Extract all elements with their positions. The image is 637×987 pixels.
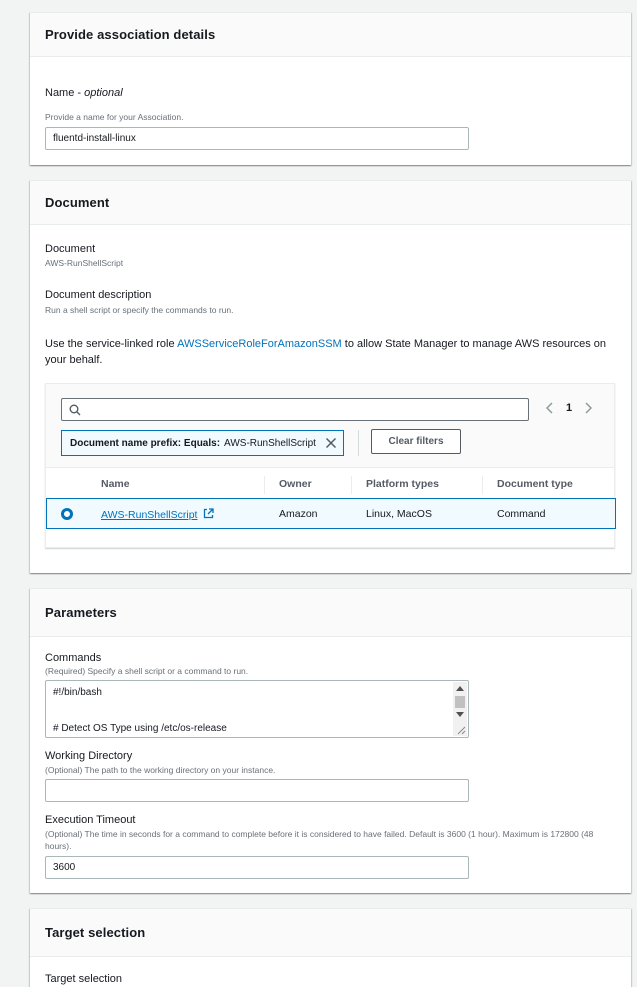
name-label: Name - optional bbox=[45, 87, 123, 99]
filter-token-value: AWS-RunShellScript bbox=[224, 437, 316, 449]
column-header-name[interactable]: Name bbox=[101, 478, 130, 490]
row-platform-types: Linux, MacOS bbox=[366, 508, 432, 520]
external-link-icon bbox=[204, 508, 215, 519]
document-search-input[interactable] bbox=[61, 398, 529, 421]
document-panel: Document Document AWS-RunShellScript Doc… bbox=[30, 180, 631, 573]
document-header: Document bbox=[30, 181, 631, 225]
document-title: Document bbox=[45, 195, 110, 210]
execution-timeout-label: Execution Timeout bbox=[45, 814, 136, 826]
scroll-down-icon[interactable] bbox=[456, 712, 464, 717]
commands-line bbox=[53, 705, 461, 723]
working-directory-label: Working Directory bbox=[45, 750, 133, 762]
association-details-panel: Provide association details Name - optio… bbox=[30, 12, 631, 165]
document-name-link[interactable]: AWS-RunShellScript bbox=[101, 509, 197, 521]
scroll-thumb[interactable] bbox=[455, 696, 465, 708]
column-header-document-type[interactable]: Document type bbox=[497, 478, 573, 490]
column-header-platform-types[interactable]: Platform types bbox=[366, 478, 439, 490]
toolbar-divider bbox=[358, 430, 359, 456]
working-directory-hint: (Optional) The path to the working direc… bbox=[45, 765, 276, 775]
column-header-owner[interactable]: Owner bbox=[279, 478, 312, 490]
commands-line: # Detect OS Type using /etc/os-release bbox=[53, 723, 227, 734]
commands-textarea[interactable]: #!/bin/bash # Detect OS Type using /etc/… bbox=[45, 680, 469, 738]
column-separator bbox=[351, 476, 352, 494]
resize-handle-icon[interactable] bbox=[456, 725, 466, 735]
working-directory-input[interactable] bbox=[45, 779, 469, 802]
association-details-title: Provide association details bbox=[45, 27, 216, 42]
search-icon bbox=[69, 404, 81, 416]
filter-token-key: Document name prefix: Equals: bbox=[70, 437, 221, 449]
parameters-panel: Parameters Commands (Required) Specify a… bbox=[30, 588, 631, 893]
document-value: AWS-RunShellScript bbox=[45, 258, 124, 268]
clear-filters-button[interactable]: Clear filters bbox=[371, 429, 461, 454]
execution-timeout-input[interactable]: 3600 bbox=[45, 856, 469, 879]
chevron-left-icon[interactable] bbox=[546, 402, 554, 414]
target-selection-header: Target selection bbox=[30, 909, 631, 957]
row-owner: Amazon bbox=[279, 508, 318, 520]
commands-label: Commands bbox=[45, 652, 102, 664]
close-icon[interactable] bbox=[324, 436, 338, 450]
row-document-type: Command bbox=[497, 508, 546, 520]
name-hint: Provide a name for your Association. bbox=[45, 112, 184, 122]
name-input-value: fluentd-install-linux bbox=[53, 133, 136, 144]
parameters-header: Parameters bbox=[30, 589, 631, 637]
target-selection-panel: Target selection Target selection bbox=[30, 908, 631, 987]
chevron-right-icon[interactable] bbox=[584, 402, 593, 414]
filter-token: Document name prefix: Equals: AWS-RunShe… bbox=[61, 430, 344, 456]
name-input[interactable]: fluentd-install-linux bbox=[45, 127, 469, 150]
commands-line: #!/bin/bash bbox=[53, 687, 102, 698]
documents-table-panel: 1 Document name prefix: Equals: AWS-RunS… bbox=[45, 383, 616, 548]
row-select-radio[interactable] bbox=[61, 508, 73, 520]
row-document-name: AWS-RunShellScript bbox=[101, 508, 215, 521]
target-selection-title: Target selection bbox=[45, 925, 146, 940]
parameters-title: Parameters bbox=[45, 605, 117, 620]
scroll-up-icon[interactable] bbox=[456, 686, 464, 691]
document-label: Document bbox=[45, 243, 96, 255]
document-description-label: Document description bbox=[45, 289, 152, 301]
commands-hint: (Required) Specify a shell script or a c… bbox=[45, 666, 249, 676]
execution-timeout-value: 3600 bbox=[53, 862, 76, 873]
page-number[interactable]: 1 bbox=[566, 402, 572, 414]
association-details-header: Provide association details bbox=[30, 13, 631, 57]
pagination: 1 bbox=[546, 402, 593, 414]
service-role-link[interactable]: AWSServiceRoleForAmazonSSM bbox=[177, 338, 342, 350]
column-separator bbox=[482, 476, 483, 494]
column-separator bbox=[264, 476, 265, 494]
execution-timeout-hint: (Optional) The time in seconds for a com… bbox=[45, 829, 594, 851]
service-role-text: Use the service-linked role AWSServiceRo… bbox=[45, 338, 607, 366]
documents-table-toolbar: 1 Document name prefix: Equals: AWS-RunS… bbox=[46, 384, 614, 468]
document-description-value: Run a shell script or specify the comman… bbox=[45, 305, 234, 315]
target-selection-label: Target selection bbox=[45, 973, 123, 985]
